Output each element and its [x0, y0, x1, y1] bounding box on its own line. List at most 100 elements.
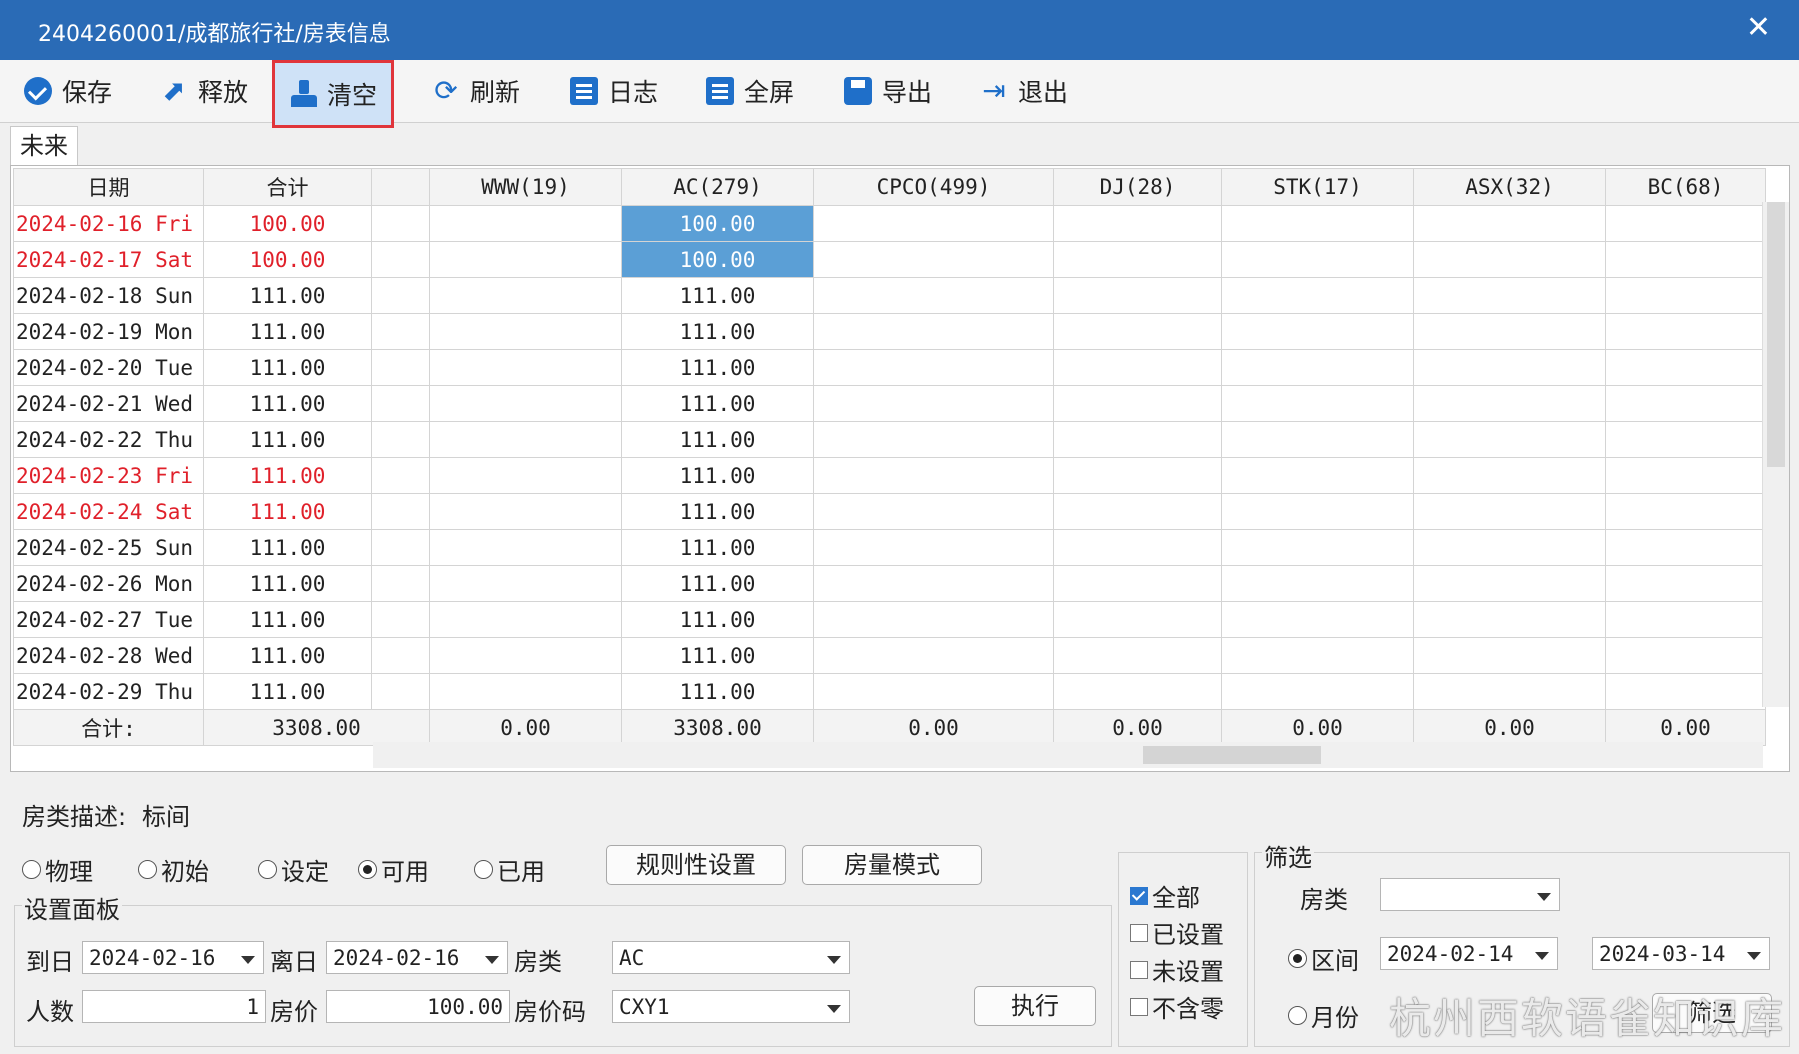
- stk-cell[interactable]: [1221, 241, 1414, 278]
- asx-cell[interactable]: [1413, 241, 1606, 278]
- column-header[interactable]: BC(68): [1605, 168, 1766, 206]
- date-cell[interactable]: 2024-02-26 Mon: [13, 565, 204, 602]
- bc-cell[interactable]: [1605, 421, 1766, 458]
- bc-cell[interactable]: [1605, 349, 1766, 386]
- total-cell[interactable]: 100.00: [203, 205, 372, 242]
- column-header[interactable]: [371, 168, 430, 206]
- www-cell[interactable]: [429, 529, 622, 566]
- bc-cell[interactable]: [1605, 205, 1766, 242]
- ac-cell[interactable]: 111.00: [621, 385, 814, 422]
- ac-cell[interactable]: 111.00: [621, 565, 814, 602]
- column-header[interactable]: ASX(32): [1413, 168, 1606, 206]
- cpco-cell[interactable]: [813, 529, 1054, 566]
- date-cell[interactable]: 2024-02-16 Fri: [13, 205, 204, 242]
- depart-date-select[interactable]: 2024-02-16: [326, 941, 508, 974]
- dj-cell[interactable]: [1053, 601, 1222, 638]
- total-cell[interactable]: 111.00: [203, 457, 372, 494]
- stk-cell[interactable]: [1221, 673, 1414, 710]
- bc-cell[interactable]: [1605, 457, 1766, 494]
- date-cell[interactable]: 2024-02-17 Sat: [13, 241, 204, 278]
- blank-cell[interactable]: [371, 601, 430, 638]
- ac-cell[interactable]: 111.00: [621, 529, 814, 566]
- rule-settings-button[interactable]: 规则性设置: [606, 845, 786, 885]
- vertical-scrollbar-thumb[interactable]: [1767, 202, 1785, 467]
- dj-cell[interactable]: [1053, 421, 1222, 458]
- ac-cell[interactable]: 111.00: [621, 637, 814, 674]
- table-row[interactable]: 2024-02-21 Wed 111.00 111.00: [13, 385, 1766, 422]
- room-type-select[interactable]: AC: [612, 941, 850, 974]
- quantity-mode-button[interactable]: 房量模式: [802, 845, 982, 885]
- total-cell[interactable]: 111.00: [203, 529, 372, 566]
- total-cell[interactable]: 111.00: [203, 385, 372, 422]
- radio-initial[interactable]: 初始: [138, 852, 209, 887]
- bc-cell[interactable]: [1605, 601, 1766, 638]
- date-cell[interactable]: 2024-02-21 Wed: [13, 385, 204, 422]
- horizontal-scrollbar[interactable]: [373, 742, 1763, 768]
- blank-cell[interactable]: [371, 349, 430, 386]
- date-cell[interactable]: 2024-02-23 Fri: [13, 457, 204, 494]
- ac-cell[interactable]: 111.00: [621, 421, 814, 458]
- ac-cell[interactable]: 111.00: [621, 349, 814, 386]
- dj-cell[interactable]: [1053, 673, 1222, 710]
- cpco-cell[interactable]: [813, 277, 1054, 314]
- date-cell[interactable]: 2024-02-20 Tue: [13, 349, 204, 386]
- www-cell[interactable]: [429, 385, 622, 422]
- stk-cell[interactable]: [1221, 349, 1414, 386]
- date-cell[interactable]: 2024-02-27 Tue: [13, 601, 204, 638]
- radio-range[interactable]: 区间: [1288, 941, 1359, 976]
- save-button[interactable]: 保存: [24, 66, 112, 116]
- www-cell[interactable]: [429, 241, 622, 278]
- total-cell[interactable]: 111.00: [203, 673, 372, 710]
- www-cell[interactable]: [429, 313, 622, 350]
- cpco-cell[interactable]: [813, 421, 1054, 458]
- bc-cell[interactable]: [1605, 565, 1766, 602]
- date-cell[interactable]: 2024-02-25 Sun: [13, 529, 204, 566]
- column-header[interactable]: 合计: [203, 168, 372, 206]
- stk-cell[interactable]: [1221, 493, 1414, 530]
- column-header[interactable]: WWW(19): [429, 168, 622, 206]
- blank-cell[interactable]: [371, 205, 430, 242]
- ac-cell[interactable]: 111.00: [621, 601, 814, 638]
- dj-cell[interactable]: [1053, 241, 1222, 278]
- radio-month[interactable]: 月份: [1288, 998, 1359, 1033]
- table-row[interactable]: 2024-02-24 Sat 111.00 111.00: [13, 493, 1766, 530]
- stk-cell[interactable]: [1221, 313, 1414, 350]
- dj-cell[interactable]: [1053, 457, 1222, 494]
- dj-cell[interactable]: [1053, 493, 1222, 530]
- table-row[interactable]: 2024-02-22 Thu 111.00 111.00: [13, 421, 1766, 458]
- blank-cell[interactable]: [371, 565, 430, 602]
- date-cell[interactable]: 2024-02-29 Thu: [13, 673, 204, 710]
- table-row[interactable]: 2024-02-25 Sun 111.00 111.00: [13, 529, 1766, 566]
- cpco-cell[interactable]: [813, 673, 1054, 710]
- refresh-button[interactable]: ⟳ 刷新: [432, 66, 520, 116]
- table-row[interactable]: 2024-02-19 Mon 111.00 111.00: [13, 313, 1766, 350]
- ac-cell[interactable]: 111.00: [621, 673, 814, 710]
- table-row[interactable]: 2024-02-23 Fri 111.00 111.00: [13, 457, 1766, 494]
- radio-physical[interactable]: 物理: [22, 852, 93, 887]
- table-row[interactable]: 2024-02-18 Sun 111.00 111.00: [13, 277, 1766, 314]
- column-header[interactable]: DJ(28): [1053, 168, 1222, 206]
- blank-cell[interactable]: [371, 313, 430, 350]
- cpco-cell[interactable]: [813, 313, 1054, 350]
- tab-future[interactable]: 未来: [10, 126, 78, 165]
- column-header[interactable]: STK(17): [1221, 168, 1414, 206]
- www-cell[interactable]: [429, 421, 622, 458]
- ac-cell[interactable]: 100.00: [621, 205, 814, 242]
- www-cell[interactable]: [429, 457, 622, 494]
- cpco-cell[interactable]: [813, 601, 1054, 638]
- bc-cell[interactable]: [1605, 313, 1766, 350]
- radio-used[interactable]: 已用: [474, 852, 545, 887]
- log-button[interactable]: 日志: [570, 66, 658, 116]
- asx-cell[interactable]: [1413, 313, 1606, 350]
- cpco-cell[interactable]: [813, 241, 1054, 278]
- radio-set[interactable]: 设定: [258, 852, 329, 887]
- asx-cell[interactable]: [1413, 565, 1606, 602]
- total-cell[interactable]: 111.00: [203, 421, 372, 458]
- bc-cell[interactable]: [1605, 241, 1766, 278]
- www-cell[interactable]: [429, 493, 622, 530]
- bc-cell[interactable]: [1605, 673, 1766, 710]
- price-code-select[interactable]: CXY1: [612, 990, 850, 1023]
- asx-cell[interactable]: [1413, 637, 1606, 674]
- www-cell[interactable]: [429, 565, 622, 602]
- stk-cell[interactable]: [1221, 637, 1414, 674]
